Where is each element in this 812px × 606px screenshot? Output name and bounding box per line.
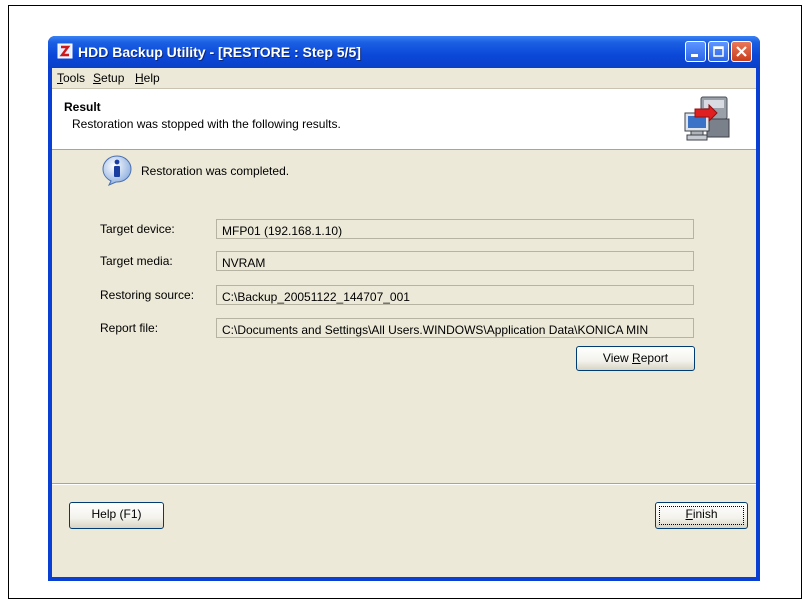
minimize-button[interactable] [685, 41, 706, 62]
menu-setup[interactable]: Setup [93, 71, 124, 85]
header-subtitle: Restoration was stopped with the followi… [72, 117, 341, 131]
view-report-label-pre: View [602, 351, 633, 365]
app-icon [57, 43, 73, 59]
label-restoring-source: Restoring source: [100, 288, 195, 302]
maximize-button[interactable] [708, 41, 729, 62]
label-target-device: Target device: [100, 222, 175, 236]
minimize-icon [691, 54, 698, 57]
info-icon [102, 155, 132, 186]
window-title: HDD Backup Utility - [RESTORE : Step 5/5… [78, 44, 361, 60]
menu-bar: Tools Setup Help [52, 68, 756, 89]
wizard-header: Result Restoration was stopped with the … [52, 89, 756, 150]
label-report-file: Report file: [100, 321, 159, 335]
view-report-mnemonic: R [632, 351, 641, 365]
view-report-label-post: eport [640, 351, 669, 365]
help-button[interactable]: Help (F1) [69, 502, 164, 529]
label-target-media: Target media: [100, 254, 173, 268]
view-report-button[interactable]: View Report [576, 346, 695, 371]
focus-rect [659, 506, 744, 525]
finish-button[interactable]: Finish [655, 502, 748, 529]
footer-divider [52, 483, 756, 485]
window-client: Tools Setup Help Result Restoration was … [52, 68, 756, 577]
target-device-field: MFP01 (192.168.1.10) [216, 219, 694, 239]
report-file-field[interactable]: C:\Documents and Settings\All Users.WIND… [216, 318, 694, 338]
menu-help[interactable]: Help [135, 71, 160, 85]
header-title: Result [64, 100, 101, 114]
close-icon [736, 46, 747, 57]
menu-tools[interactable]: Tools [57, 71, 85, 85]
app-window: HDD Backup Utility - [RESTORE : Step 5/5… [48, 36, 760, 581]
title-bar[interactable]: HDD Backup Utility - [RESTORE : Step 5/5… [48, 36, 760, 68]
target-media-field: NVRAM [216, 251, 694, 271]
status-message: Restoration was completed. [141, 164, 290, 178]
restoring-source-field: C:\Backup_20051122_144707_001 [216, 285, 694, 305]
maximize-icon [713, 46, 724, 57]
printer-computer-icon [684, 96, 730, 141]
close-button[interactable] [731, 41, 752, 62]
